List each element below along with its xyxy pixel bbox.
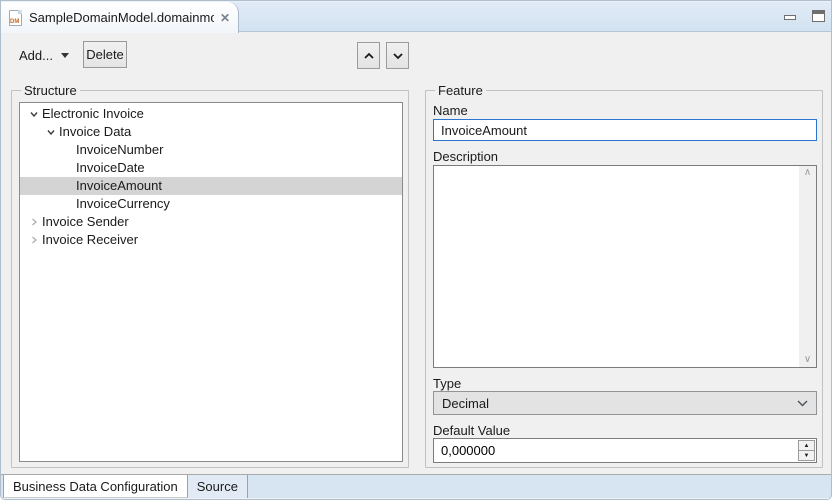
tree-item-invoice-receiver[interactable]: Invoice Receiver bbox=[20, 231, 402, 249]
minimize-icon[interactable] bbox=[784, 15, 796, 20]
description-scrollbar[interactable]: ∧ ∨ bbox=[799, 166, 816, 367]
tree-item-invoiceamount[interactable]: InvoiceAmount bbox=[20, 177, 402, 195]
tree-item-invoice-sender[interactable]: Invoice Sender bbox=[20, 213, 402, 231]
type-selected-value: Decimal bbox=[442, 396, 797, 411]
chevron-collapsed-icon[interactable] bbox=[26, 235, 42, 245]
toolbar: Add... Delete bbox=[1, 33, 832, 75]
structure-tree[interactable]: Electronic InvoiceInvoice DataInvoiceNum… bbox=[19, 102, 403, 462]
tree-item-label: InvoiceCurrency bbox=[76, 195, 176, 213]
dropdown-arrow-icon bbox=[61, 53, 69, 58]
tree-item-label: Invoice Receiver bbox=[42, 231, 144, 249]
editor-tab-sampledomainmodel[interactable]: DM SampleDomainModel.domainmodel ✕ bbox=[1, 2, 239, 33]
maximize-icon[interactable] bbox=[812, 10, 825, 22]
type-label: Type bbox=[433, 376, 461, 391]
feature-group: Feature Name Description ∧ ∨ Type Decima… bbox=[425, 90, 823, 468]
scrollbar-up-icon[interactable]: ∧ bbox=[804, 168, 811, 178]
default-value-input[interactable] bbox=[434, 439, 798, 462]
spinner-down-icon[interactable]: ▼ bbox=[799, 451, 814, 460]
bottom-tab-bar: Business Data ConfigurationSource bbox=[1, 474, 832, 498]
tree-item-label: InvoiceNumber bbox=[76, 141, 169, 159]
scrollbar-down-icon[interactable]: ∨ bbox=[804, 355, 811, 365]
chevron-up-icon bbox=[363, 52, 375, 60]
close-icon[interactable]: ✕ bbox=[220, 12, 230, 24]
editor-window: DM SampleDomainModel.domainmodel ✕ Add..… bbox=[0, 0, 832, 500]
default-value-label: Default Value bbox=[433, 423, 510, 438]
tree-item-label: InvoiceAmount bbox=[76, 177, 168, 195]
description-label: Description bbox=[433, 149, 498, 164]
chevron-expanded-icon[interactable] bbox=[43, 127, 59, 137]
move-up-button[interactable] bbox=[357, 42, 380, 69]
tree-item-invoice-data[interactable]: Invoice Data bbox=[20, 123, 402, 141]
domainmodel-file-icon: DM bbox=[9, 10, 22, 26]
tree-item-label: Electronic Invoice bbox=[42, 105, 150, 123]
structure-group: Structure Electronic InvoiceInvoice Data… bbox=[11, 90, 409, 468]
description-textarea[interactable] bbox=[434, 166, 798, 367]
bottom-tab-source[interactable]: Source bbox=[188, 475, 248, 498]
add-button-label: Add... bbox=[19, 48, 53, 63]
bottom-tab-business-data-configuration[interactable]: Business Data Configuration bbox=[3, 475, 188, 498]
feature-group-label: Feature bbox=[435, 83, 486, 98]
spinner-buttons: ▲ ▼ bbox=[798, 440, 815, 461]
chevron-down-icon bbox=[797, 400, 808, 407]
move-down-button[interactable] bbox=[386, 42, 409, 69]
tree-item-electronic-invoice[interactable]: Electronic Invoice bbox=[20, 105, 402, 123]
tree-item-label: Invoice Data bbox=[59, 123, 137, 141]
name-input[interactable] bbox=[433, 119, 817, 141]
chevron-expanded-icon[interactable] bbox=[26, 109, 42, 119]
add-dropdown-button[interactable]: Add... bbox=[15, 42, 73, 68]
default-value-spinner: ▲ ▼ bbox=[433, 438, 817, 463]
tree-item-invoicenumber[interactable]: InvoiceNumber bbox=[20, 141, 402, 159]
description-textarea-frame: ∧ ∨ bbox=[433, 165, 817, 368]
tree-item-label: Invoice Sender bbox=[42, 213, 135, 231]
tree-item-invoicedate[interactable]: InvoiceDate bbox=[20, 159, 402, 177]
structure-group-label: Structure bbox=[21, 83, 80, 98]
spinner-up-icon[interactable]: ▲ bbox=[799, 441, 814, 451]
delete-button[interactable]: Delete bbox=[83, 41, 127, 68]
type-select[interactable]: Decimal bbox=[433, 391, 817, 415]
delete-button-label: Delete bbox=[86, 47, 124, 62]
tree-item-label: InvoiceDate bbox=[76, 159, 151, 177]
tree-item-invoicecurrency[interactable]: InvoiceCurrency bbox=[20, 195, 402, 213]
name-label: Name bbox=[433, 103, 468, 118]
chevron-down-icon bbox=[392, 52, 404, 60]
file-icon-text: DM bbox=[10, 19, 19, 25]
chevron-collapsed-icon[interactable] bbox=[26, 217, 42, 227]
editor-tab-title: SampleDomainModel.domainmodel bbox=[29, 10, 214, 25]
editor-tab-bar: DM SampleDomainModel.domainmodel ✕ bbox=[1, 1, 832, 32]
